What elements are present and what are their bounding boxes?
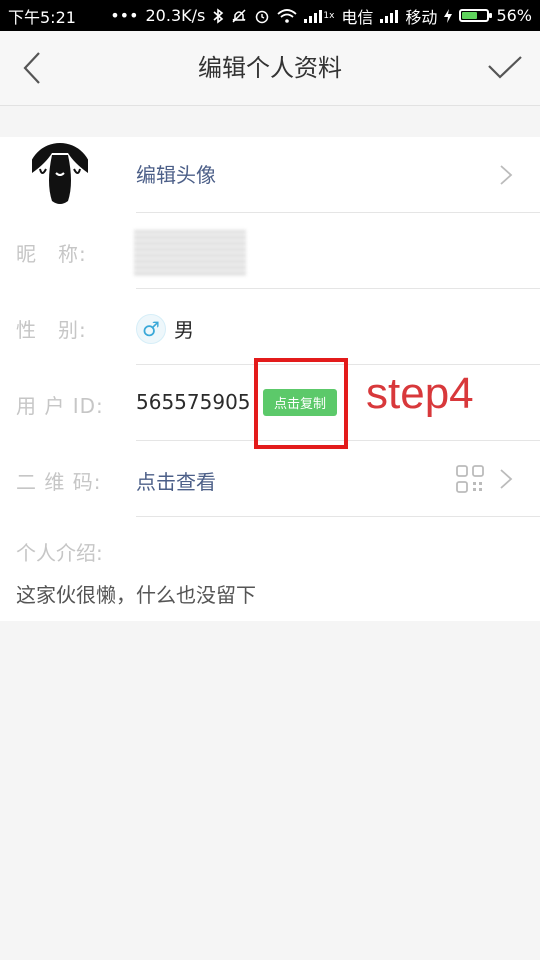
edit-avatar-label[interactable]: 编辑头像 [136,159,216,188]
row-divider [136,516,540,517]
status-time: 下午5:21 [8,7,76,27]
page-title: 编辑个人资料 [198,54,342,82]
user-id-label: 用 户 ID: [16,394,104,418]
qr-code-link[interactable]: 点击查看 [136,466,216,495]
annotation-step-label: step4 [366,369,474,418]
nickname-label: 昵 称: [16,242,87,266]
battery-icon [459,9,493,22]
chevron-right-icon [500,165,513,185]
save-button[interactable] [482,43,528,93]
alarm-clock-icon [254,8,270,24]
profile-card: 编辑头像 昵 称: 性 别: 男 ♂ 用 户 ID: 565575905 点击复… [0,137,540,621]
chevron-left-icon [23,52,40,84]
carrier-2: 移动 [405,7,438,27]
avatar [28,143,92,207]
charging-icon [444,8,453,23]
signal-icon-2 [380,9,399,23]
qr-code-icon [456,465,484,493]
signal-type-label: 1x [323,10,335,21]
status-icons: ••• 20.3K/s 1x 电信 移动 56% [110,4,532,28]
status-bar: 下午5:21 ••• 20.3K/s 1x 电信 移动 56% [0,0,540,31]
signal-icon-1 [304,9,323,23]
gender-label: 性 别: [16,318,87,342]
user-id-value: 565575905 [136,390,251,414]
chevron-right-icon [500,469,513,489]
gender-value: 男 [174,318,194,342]
carrier-1: 电信 [341,7,374,27]
male-gender-icon: ♂ [136,314,166,344]
mute-alarm-icon [231,8,247,24]
nickname-row[interactable]: 昵 称: [0,213,540,289]
bluetooth-icon [212,7,224,24]
header-bar: 编辑个人资料 [0,31,540,106]
battery-percent: 56% [496,6,532,25]
intro-label: 个人介绍: [16,541,103,565]
nickname-value-blurred[interactable] [134,230,246,276]
avatar-image [32,143,88,204]
notification-dots: ••• [110,6,139,25]
intro-text[interactable]: 这家伙很懒，什么也没留下 [16,579,256,608]
qr-code-label: 二 维 码: [16,470,102,494]
edit-avatar-row[interactable]: 编辑头像 [0,137,540,213]
back-button[interactable] [10,43,54,93]
network-speed: 20.3K/s [145,6,206,25]
gender-row[interactable]: 性 别: 男 [0,289,540,365]
checkmark-icon [488,56,522,79]
annotation-highlight-box [254,358,348,449]
wifi-icon [277,8,297,24]
